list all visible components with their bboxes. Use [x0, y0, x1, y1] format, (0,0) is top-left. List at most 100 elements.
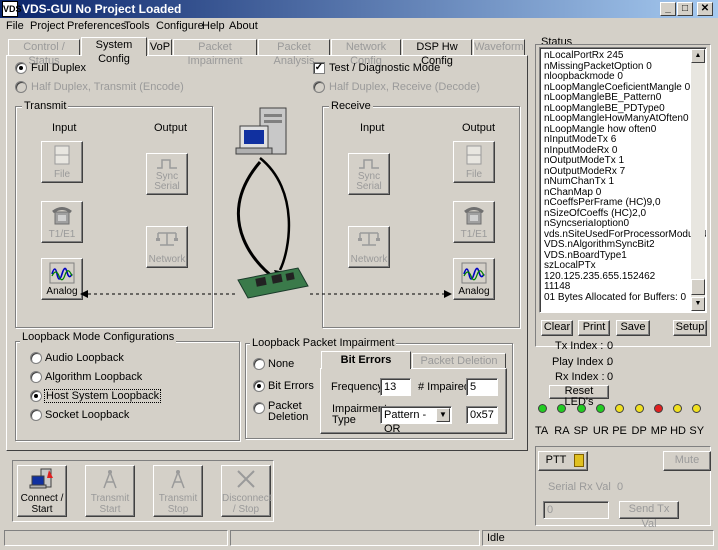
disconnect-x-icon: [237, 470, 255, 488]
computer-icon: [235, 107, 287, 155]
status-log-line: nLoopMangleBE_Pattern0: [544, 92, 662, 103]
led-label-ta: TA: [535, 425, 549, 437]
status-log-line: nMissingPacketOption 0: [544, 60, 652, 72]
tab-system-config[interactable]: System Config: [81, 37, 147, 65]
menu-about[interactable]: About: [229, 20, 258, 32]
send-tx-button[interactable]: Send Tx Val: [619, 501, 679, 530]
frequency-label: Frequency: [331, 381, 383, 393]
send-tx-input[interactable]: 0: [543, 501, 609, 519]
status-log-line: nChanMap 0: [544, 186, 602, 198]
print-button[interactable]: Print: [578, 320, 610, 336]
socket-loopback-radio[interactable]: [30, 409, 42, 421]
impairment-packet-deletion-radio[interactable]: [253, 402, 265, 414]
half-duplex-receive-radio[interactable]: [313, 81, 325, 93]
tab-bit-errors[interactable]: Bit Errors: [321, 351, 411, 369]
tab-vop[interactable]: VoP: [148, 39, 172, 55]
status-log-line: 11148: [544, 281, 571, 292]
status-scrollbar[interactable]: ▲ ▼: [691, 49, 705, 311]
statusbar-state: Idle: [487, 532, 505, 544]
status-log-line: nLoopMangleHowManyAtOften0: [544, 113, 689, 124]
tab-packet-deletion[interactable]: Packet Deletion: [412, 353, 506, 369]
audio-loopback-radio[interactable]: [30, 352, 42, 364]
transmit-start-button[interactable]: Transmit Start: [85, 465, 135, 517]
mute-button[interactable]: Mute: [663, 451, 711, 471]
rx-index-label: Rx Index :: [555, 371, 605, 383]
full-duplex-radio[interactable]: [15, 62, 27, 74]
status-log-line: vds.nSiteUsedForProcessorModule4: [544, 228, 707, 240]
tab-control-status[interactable]: Control / Status: [8, 39, 80, 67]
impairment-bit-errors-radio[interactable]: [253, 380, 265, 392]
tab-waveform[interactable]: Waveform: [473, 39, 525, 55]
connect-start-button[interactable]: Connect / Start: [17, 465, 67, 517]
antenna-icon: [171, 470, 185, 489]
led-label-ur: UR: [592, 425, 609, 437]
status-log-line: nOutputModeTx 1: [544, 155, 625, 166]
maximize-button[interactable]: □: [677, 2, 693, 16]
status-log-line: nSizeOfCoeffs (HC)2,0: [544, 207, 647, 219]
ptt-button[interactable]: PTT: [538, 451, 588, 471]
connect-computer-icon: [29, 468, 53, 489]
led-label-pe: PE: [612, 425, 627, 437]
transmit-start-label: Transmit Start: [90, 493, 130, 515]
menu-tools[interactable]: Tools: [124, 20, 150, 32]
impairment-none-radio[interactable]: [253, 358, 265, 370]
impairment-title: Loopback Packet Impairment: [250, 337, 397, 349]
impairment-bit-errors-label: Bit Errors: [268, 380, 314, 392]
transmit-stop-label: Transmit Stop: [158, 493, 198, 515]
frequency-input[interactable]: 13: [380, 378, 411, 396]
impaired-label: # Impaired: [418, 381, 470, 393]
host-system-loopback-radio[interactable]: [30, 390, 42, 402]
menu-help[interactable]: Help: [202, 20, 225, 32]
impairment-type-select[interactable]: Pattern - OR ▼: [380, 406, 452, 435]
led-hd: [673, 404, 683, 413]
dropdown-arrow-icon[interactable]: ▼: [436, 408, 450, 422]
half-duplex-transmit-radio[interactable]: [15, 81, 27, 93]
play-index-value: 0: [607, 356, 614, 368]
menu-file[interactable]: File: [6, 20, 24, 32]
statusbar-left-pane: [4, 530, 228, 546]
loopback-title: Loopback Mode Configurations: [20, 331, 177, 343]
led-ur: [595, 404, 605, 413]
status-log-line: nInputModeRx 0: [544, 144, 618, 156]
setup-button[interactable]: Setup: [673, 320, 707, 336]
status-log[interactable]: nLocalPortRx 245 nMissingPacketOption 0 nl…: [539, 47, 707, 313]
connect-start-label: Connect / Start: [20, 493, 64, 515]
led-pe: [615, 404, 625, 413]
test-mode-checkbox[interactable]: ✓: [313, 62, 325, 74]
app-icon: VDS: [2, 1, 22, 17]
impaired-input[interactable]: 5: [466, 378, 498, 396]
status-log-line: VDS.nAlgorithmSyncBit2: [544, 239, 655, 250]
antenna-icon: [103, 470, 117, 489]
pattern-input[interactable]: 0x57: [466, 406, 498, 424]
disconnect-stop-button[interactable]: Disconnect / Stop: [221, 465, 271, 517]
menu-project[interactable]: Project: [30, 20, 64, 32]
status-log-line: nLoopMangleCoeficientMangle 0: [544, 81, 691, 93]
led-sy: [692, 404, 702, 413]
algorithm-loopback-radio[interactable]: [30, 371, 42, 383]
scroll-thumb[interactable]: [691, 279, 705, 295]
save-button[interactable]: Save: [616, 320, 650, 336]
tx-index-value: 0: [607, 340, 614, 352]
clear-button[interactable]: Clear: [541, 320, 573, 336]
tab-packet-impairment[interactable]: Packet Impairment: [173, 39, 257, 67]
reset-leds-button[interactable]: Reset LED's: [549, 385, 609, 408]
close-button[interactable]: ✕: [697, 2, 713, 16]
menu-preferences[interactable]: Preferences: [67, 20, 126, 32]
minimize-button[interactable]: _: [660, 2, 676, 16]
tab-dsp-hw-config[interactable]: DSP Hw Config: [402, 39, 472, 67]
tab-packet-analysis[interactable]: Packet Analysis: [258, 39, 330, 67]
status-log-line: nloopbackmode 0: [544, 71, 623, 82]
transmit-stop-button[interactable]: Transmit Stop: [153, 465, 203, 517]
signal-flow-diagram: [80, 107, 452, 299]
led-dp: [634, 404, 644, 413]
status-log-line: VDS.nBoardType1: [544, 249, 627, 261]
menu-configure[interactable]: Configure: [156, 20, 204, 32]
led-ra: [557, 404, 567, 413]
tab-network-config[interactable]: Network Config: [331, 39, 401, 67]
scroll-up-icon[interactable]: ▲: [691, 49, 705, 63]
scroll-down-icon[interactable]: ▼: [691, 297, 705, 311]
socket-loopback-label: Socket Loopback: [45, 409, 130, 421]
led-sp: [576, 404, 586, 413]
tx-index-label: Tx Index :: [555, 340, 604, 352]
status-log-line: nInputModeTx 6: [544, 134, 617, 145]
